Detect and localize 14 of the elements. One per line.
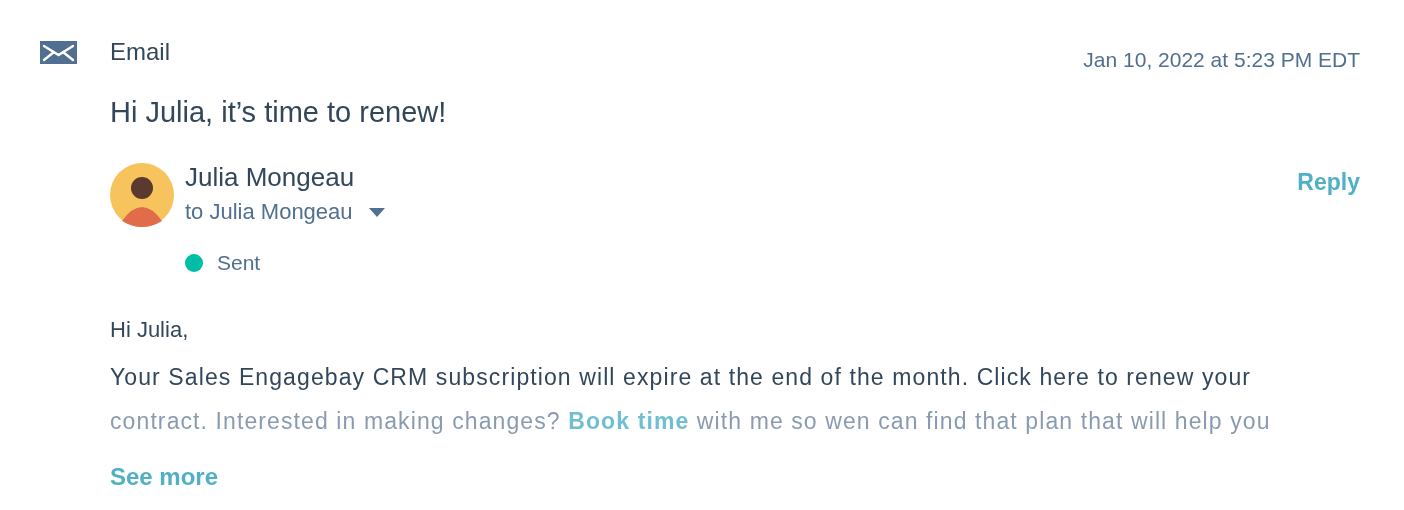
reply-link[interactable]: Reply (1297, 169, 1360, 196)
see-more-link[interactable]: See more (110, 463, 219, 491)
activity-type: Email (110, 38, 170, 66)
email-subject: Hi Julia, it’s time to renew! (110, 96, 447, 129)
greeting-text: Hi Julia, (110, 317, 189, 343)
envelope-icon (40, 41, 77, 64)
status-label: Sent (217, 251, 261, 275)
recipient-dropdown[interactable]: to Julia Mongeau (185, 199, 385, 225)
avatar-silhouette (110, 163, 174, 227)
caret-icon (368, 207, 385, 217)
sender-name: Julia Mongeau (185, 163, 355, 191)
email-body-text: Your Sales Engagebay CRM subscription will expire at the end of the month. Click here to renew your contract. Interested in making changes? Book time with me so wen can find that plan that will help you (110, 363, 1271, 436)
timestamp: Jan 10, 2022 at 5:23 PM EDT (1083, 48, 1360, 72)
book-time-link[interactable]: Book time (568, 408, 690, 434)
